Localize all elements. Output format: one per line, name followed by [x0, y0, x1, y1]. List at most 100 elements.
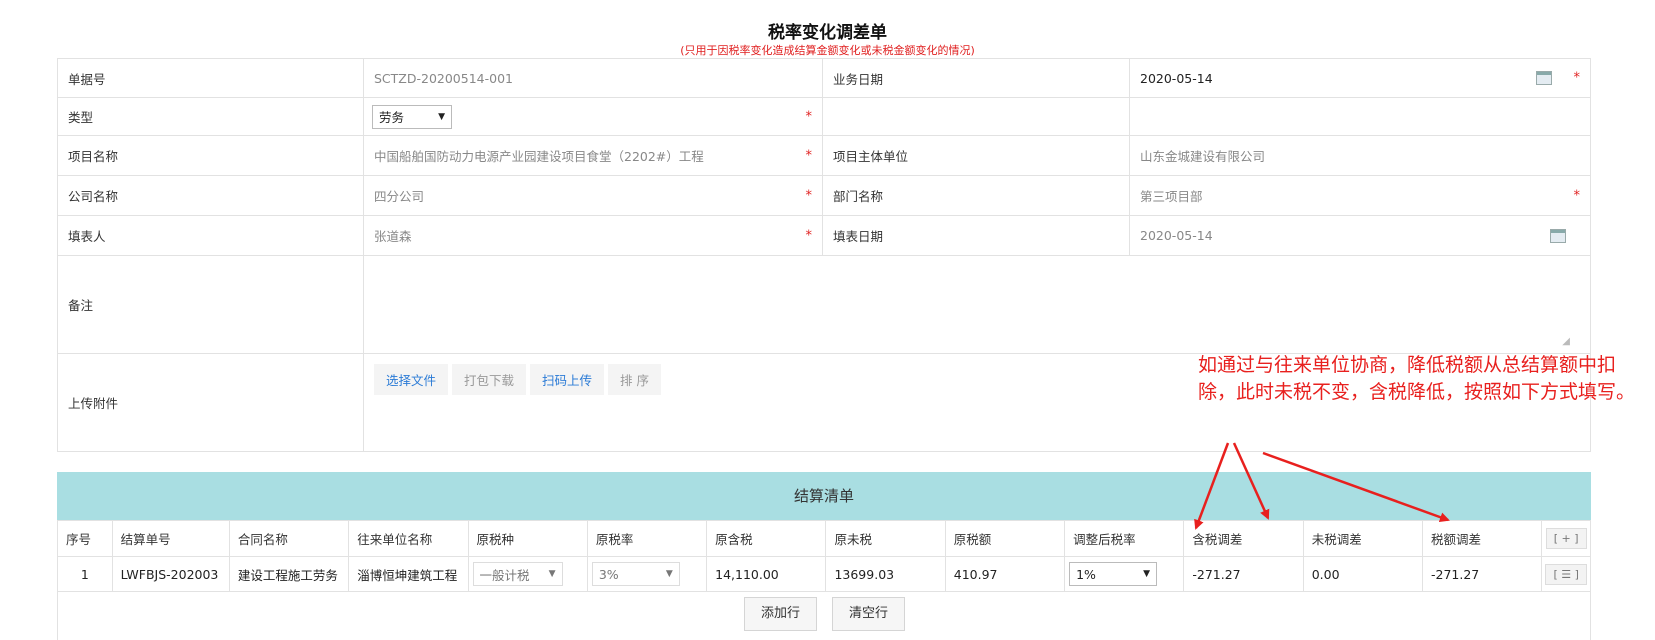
cell-new-rate: 1% ▼ — [1064, 556, 1185, 592]
col-header: 含税调差 — [1183, 520, 1304, 557]
doc-no-label: 单据号 — [58, 59, 364, 97]
table-header-row: 序号 结算单号 合同名称 往来单位名称 原税种 原税率 原含税 原未税 原税额 … — [57, 520, 1591, 557]
calendar-icon[interactable] — [1550, 228, 1566, 243]
type-label: 类型 — [58, 98, 364, 135]
add-column-cell: [ + ] — [1541, 520, 1591, 557]
row-menu-cell: [ ☰ ] — [1541, 556, 1591, 592]
tax-type-select[interactable]: 一般计税 ▼ — [472, 562, 563, 586]
required-mark: * — [805, 109, 813, 124]
empty-cell — [1130, 98, 1590, 135]
select-file-button[interactable]: 选择文件 — [374, 364, 449, 395]
project-name-value: 中国船舶国防动力电源产业园建设项目食堂（2202#）工程 — [374, 149, 704, 164]
resize-handle-icon[interactable]: ◢ — [1562, 336, 1570, 347]
form-row-type: 类型 劳务 ▼ * — [57, 98, 1591, 136]
orig-rate-select[interactable]: 3% ▼ — [591, 562, 680, 586]
project-owner-value: 山东金城建设有限公司 — [1140, 149, 1266, 164]
table-row: 1 LWFBJS-202003 建设工程施工劳务 淄博恒坤建筑工程 一般计税 ▼… — [57, 556, 1591, 592]
fill-date-field[interactable]: 2020-05-14 — [1130, 216, 1590, 255]
new-rate-select[interactable]: 1% ▼ — [1069, 562, 1158, 586]
type-field: 劳务 ▼ * — [364, 98, 823, 135]
tax-type-value: 一般计税 — [479, 567, 530, 583]
type-value: 劳务 — [379, 110, 405, 125]
col-header: 序号 — [57, 520, 113, 557]
doc-no-value: SCTZD-20200514-001 — [374, 70, 513, 86]
annotation-text: 如通过与往来单位协商，降低税额从总结算额中扣除，此时未税不变，含税降低，按照如下… — [1198, 354, 1636, 403]
form-row-filler: 填表人 张道森 * 填表日期 2020-05-14 — [57, 216, 1591, 256]
add-row-button[interactable]: 添加行 — [744, 597, 818, 631]
remark-textarea[interactable]: ◢ — [364, 256, 1590, 353]
row-menu-button[interactable]: [ ☰ ] — [1545, 563, 1587, 585]
required-mark: * — [805, 188, 813, 203]
col-header: 原税种 — [467, 520, 588, 557]
cell-orig-excl: 13699.03 — [825, 556, 946, 592]
required-mark: * — [1573, 188, 1581, 203]
sort-button[interactable]: 排 序 — [608, 364, 662, 395]
cell-partner[interactable]: 淄博恒坤建筑工程 — [348, 556, 469, 592]
col-header: 原税额 — [944, 520, 1066, 557]
settlement-table: 序号 结算单号 合同名称 往来单位名称 原税种 原税率 原含税 原未税 原税额 … — [57, 520, 1591, 592]
company-value: 四分公司 — [374, 189, 425, 204]
dropdown-arrow-icon: ▼ — [665, 569, 673, 579]
form-row-docno: 单据号 SCTZD-20200514-001 业务日期 2020-05-14 * — [57, 59, 1591, 98]
dept-field[interactable]: 第三项目部 * — [1130, 176, 1590, 215]
cell-diff-incl[interactable]: -271.27 — [1183, 556, 1304, 592]
cell-contract[interactable]: 建设工程施工劳务 — [228, 556, 350, 592]
company-field[interactable]: 四分公司 * — [364, 176, 823, 215]
attach-toolbar: 选择文件 打包下载 扫码上传 排 序 — [374, 364, 662, 395]
cell-no: 1 — [57, 556, 113, 592]
remark-label: 备注 — [58, 256, 364, 353]
col-header: 调整后税率 — [1064, 520, 1185, 557]
cell-diff-tax[interactable]: -271.27 — [1422, 556, 1543, 592]
company-label: 公司名称 — [58, 176, 364, 215]
page-subtitle: (只用于因税率变化造成结算金额变化或未税金额变化的情况) — [680, 44, 975, 57]
biz-date-field[interactable]: 2020-05-14 * — [1130, 59, 1590, 97]
add-column-button[interactable]: [ + ] — [1545, 528, 1587, 549]
col-header: 往来单位名称 — [348, 520, 469, 557]
scan-upload-button[interactable]: 扫码上传 — [530, 364, 605, 395]
required-mark: * — [805, 148, 813, 163]
pack-download-button[interactable]: 打包下载 — [452, 364, 527, 395]
orig-rate-value: 3% — [598, 566, 619, 582]
form-row-project: 项目名称 中国船舶国防动力电源产业园建设项目食堂（2202#）工程 * 项目主体… — [57, 136, 1591, 176]
project-owner-field: 山东金城建设有限公司 — [1130, 136, 1590, 175]
cell-settle-no[interactable]: LWFBJS-202003 — [111, 556, 230, 592]
dept-value: 第三项目部 — [1140, 189, 1203, 204]
col-header: 原含税 — [706, 520, 827, 557]
col-header: 原税率 — [586, 520, 708, 557]
dropdown-arrow-icon: ▼ — [1143, 569, 1151, 579]
filler-label: 填表人 — [58, 216, 364, 255]
dropdown-arrow-icon: ▼ — [438, 111, 445, 122]
project-owner-label: 项目主体单位 — [823, 136, 1130, 175]
table-footer: 添加行 清空行 — [57, 592, 1591, 640]
cell-diff-excl[interactable]: 0.00 — [1302, 556, 1424, 592]
filler-value: 张道森 — [374, 229, 412, 244]
col-header: 税额调差 — [1422, 520, 1543, 557]
biz-date-value: 2020-05-14 — [1140, 70, 1213, 86]
cell-orig-tax: 410.97 — [944, 556, 1066, 592]
calendar-icon[interactable] — [1536, 71, 1552, 85]
doc-no-field: SCTZD-20200514-001 — [364, 59, 823, 97]
col-header: 未税调差 — [1302, 520, 1424, 557]
biz-date-label: 业务日期 — [823, 59, 1130, 97]
cell-tax-type: 一般计税 ▼ — [467, 556, 588, 592]
fill-date-value: 2020-05-14 — [1140, 228, 1213, 243]
project-name-field[interactable]: 中国船舶国防动力电源产业园建设项目食堂（2202#）工程 * — [364, 136, 823, 175]
cell-orig-rate: 3% ▼ — [586, 556, 708, 592]
fill-date-label: 填表日期 — [823, 216, 1130, 255]
settlement-section-title: 结算清单 — [57, 472, 1591, 520]
col-header: 结算单号 — [111, 520, 230, 557]
required-mark: * — [1573, 70, 1581, 86]
dept-label: 部门名称 — [823, 176, 1130, 215]
new-rate-value: 1% — [1076, 566, 1096, 582]
form-row-company: 公司名称 四分公司 * 部门名称 第三项目部 * — [57, 176, 1591, 216]
type-select[interactable]: 劳务 ▼ — [372, 104, 452, 129]
filler-field[interactable]: 张道森 * — [364, 216, 823, 255]
required-mark: * — [805, 228, 813, 243]
col-header: 原未税 — [825, 520, 946, 557]
project-name-label: 项目名称 — [58, 136, 364, 175]
dropdown-arrow-icon: ▼ — [548, 569, 556, 579]
cell-orig-incl: 14,110.00 — [706, 556, 827, 592]
empty-cell — [823, 98, 1130, 135]
form-row-remark: 备注 ◢ — [57, 256, 1591, 354]
clear-rows-button[interactable]: 清空行 — [832, 597, 906, 631]
